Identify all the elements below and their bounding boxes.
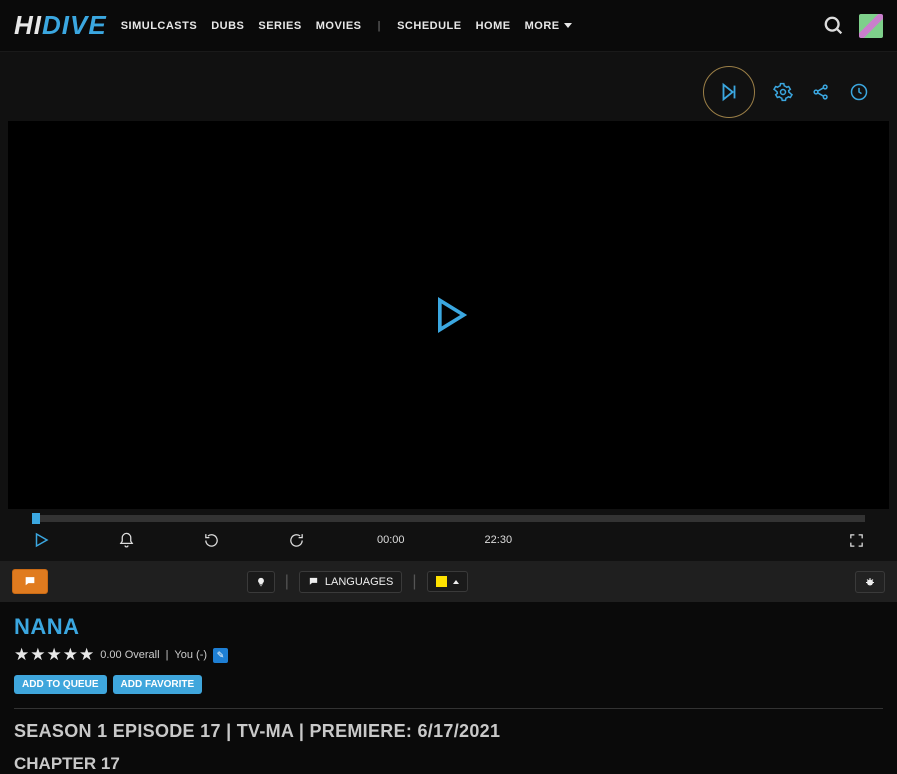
nav-separator: | bbox=[378, 20, 382, 32]
star-icon[interactable]: ★ bbox=[63, 645, 78, 665]
nav-simulcasts[interactable]: SIMULCASTS bbox=[121, 20, 198, 32]
next-episode-button[interactable] bbox=[703, 66, 755, 118]
progress-handle[interactable] bbox=[32, 513, 40, 524]
player-topbar bbox=[8, 52, 889, 121]
history-icon[interactable] bbox=[849, 82, 869, 102]
star-icon[interactable]: ★ bbox=[79, 645, 94, 665]
lights-button[interactable] bbox=[247, 571, 275, 593]
nav-schedule[interactable]: SCHEDULE bbox=[397, 20, 462, 32]
title-block: NANA ★ ★ ★ ★ ★ 0.00 Overall | You (-) ✎ … bbox=[0, 602, 897, 774]
top-header: HIDIVE SIMULCASTS DUBS SERIES MOVIES | S… bbox=[0, 0, 897, 52]
caret-up-icon bbox=[453, 580, 459, 584]
fullscreen-icon[interactable] bbox=[848, 532, 865, 549]
big-play-button[interactable] bbox=[427, 293, 471, 337]
add-favorite-button[interactable]: ADD FAVORITE bbox=[113, 675, 203, 694]
rating-sep: | bbox=[166, 649, 169, 661]
report-bug-button[interactable] bbox=[855, 571, 885, 593]
progress-bar[interactable] bbox=[8, 509, 889, 522]
star-icon[interactable]: ★ bbox=[14, 645, 29, 665]
yellow-swatch bbox=[436, 576, 447, 587]
divider bbox=[14, 708, 883, 709]
comments-button[interactable] bbox=[12, 569, 48, 594]
share-icon[interactable] bbox=[811, 82, 831, 102]
separator: | bbox=[412, 573, 416, 591]
action-buttons: ADD TO QUEUE ADD FAVORITE bbox=[14, 675, 883, 694]
languages-button[interactable]: LANGUAGES bbox=[299, 571, 402, 593]
current-time: 00:00 bbox=[377, 534, 405, 546]
info-bar: | LANGUAGES | bbox=[0, 561, 897, 602]
play-button[interactable] bbox=[32, 531, 50, 549]
rating-overall: 0.00 Overall bbox=[100, 649, 159, 661]
rating-line: ★ ★ ★ ★ ★ 0.00 Overall | You (-) ✎ bbox=[14, 645, 883, 665]
add-to-queue-button[interactable]: ADD TO QUEUE bbox=[14, 675, 107, 694]
star-rating[interactable]: ★ ★ ★ ★ ★ bbox=[14, 645, 94, 665]
nav-more[interactable]: MORE bbox=[525, 20, 572, 32]
nav-series[interactable]: SERIES bbox=[258, 20, 301, 32]
nav-dubs[interactable]: DUBS bbox=[211, 20, 244, 32]
main-content: 00:00 22:30 bbox=[0, 52, 897, 561]
player-controls: 00:00 22:30 bbox=[8, 522, 889, 561]
edit-rating-icon[interactable]: ✎ bbox=[213, 648, 228, 663]
chapter-title: CHAPTER 17 bbox=[14, 754, 883, 774]
total-time: 22:30 bbox=[485, 534, 513, 546]
gear-icon[interactable] bbox=[773, 82, 793, 102]
rating-you: You (-) bbox=[174, 649, 207, 661]
separator: | bbox=[285, 573, 289, 591]
notification-icon[interactable] bbox=[118, 532, 135, 549]
subtitle-color-button[interactable] bbox=[427, 571, 468, 592]
nav-movies[interactable]: MOVIES bbox=[316, 20, 362, 32]
avatar[interactable] bbox=[859, 14, 883, 38]
video-player[interactable] bbox=[8, 121, 889, 509]
forward-10-icon[interactable] bbox=[288, 532, 305, 549]
star-icon[interactable]: ★ bbox=[47, 645, 62, 665]
rewind-10-icon[interactable] bbox=[203, 532, 220, 549]
main-nav: SIMULCASTS DUBS SERIES MOVIES | SCHEDULE… bbox=[121, 20, 572, 32]
header-right bbox=[823, 14, 883, 38]
logo[interactable]: HIDIVE bbox=[14, 10, 107, 41]
search-icon[interactable] bbox=[823, 15, 845, 37]
caret-down-icon bbox=[564, 23, 572, 28]
show-title[interactable]: NANA bbox=[14, 614, 883, 640]
nav-home[interactable]: HOME bbox=[476, 20, 511, 32]
star-icon[interactable]: ★ bbox=[30, 645, 45, 665]
episode-meta: SEASON 1 EPISODE 17 | TV-MA | PREMIERE: … bbox=[14, 721, 883, 742]
